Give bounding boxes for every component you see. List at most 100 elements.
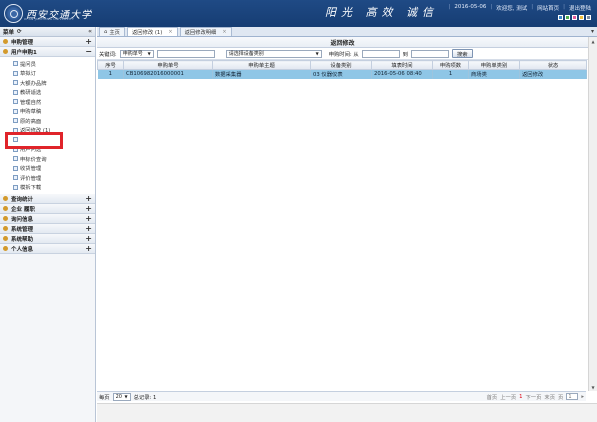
next-page-link[interactable]: 下一页 [526,393,542,401]
sidebar-item[interactable]: 原的高面 [0,116,95,126]
table-header-row: 序号 申购单号 申购单主题 设备类别 填表时间 申购项数 申购单类别 状态 [97,60,587,70]
folder-icon [3,196,8,201]
tab-return-modify-detail[interactable]: 返回修改明细 × [179,27,232,36]
category-select[interactable]: 请选择设备类别 ▼ [225,49,322,58]
chevron-down-icon: ▼ [315,51,319,56]
top-links: | 2016-05-06 | 欢迎您, 测试 | 网站首页 | 退出登陆 [448,4,591,12]
home-link[interactable]: 网站首页 [537,4,559,12]
folder-icon [3,216,8,221]
sidebar-title: 菜单 [3,29,15,36]
top-header: 西安交通大学 XI'AN JIAOTONG UNIVERSITY 阳光 高效 诚… [0,0,597,27]
search-button[interactable]: 搜索 [451,49,473,58]
column-header[interactable]: 状态 [519,60,587,70]
last-page-link[interactable]: 末页 [544,393,555,401]
logout-link[interactable]: 退出登陆 [569,4,591,12]
document-icon [13,165,18,171]
keyword-input[interactable] [156,49,215,58]
theme-gray[interactable] [586,15,591,20]
logo-subtitle: XI'AN JIAOTONG UNIVERSITY [24,17,75,21]
time-to-label: 到 [402,51,408,58]
time-from-label: 申购时间: 从 [328,51,359,58]
sidebar-section-purchase-mgmt[interactable]: 申购管理 + [0,37,95,47]
theme-yellow[interactable] [579,15,584,20]
document-icon [13,70,18,76]
scroll-down-icon[interactable]: ▼ [589,383,597,391]
sidebar-section-user-purchase[interactable]: 用户申购1− [0,47,95,57]
sidebar-item[interactable]: 评价管理 [0,173,95,183]
column-header[interactable]: 设备类别 [310,60,372,70]
slogan: 阳光 高效 诚信 [325,6,438,19]
column-header[interactable]: 申购项数 [432,60,469,70]
results-table: 序号 申购单号 申购单主题 设备类别 填表时间 申购项数 申购单类别 状态 1 … [97,60,587,79]
page-title: 返回修改 [97,37,588,48]
date-text: 2016-05-06 [454,4,487,10]
theme-green[interactable] [565,15,570,20]
date-from-input[interactable] [361,49,400,58]
tab-list-icon[interactable]: ▾ [588,27,597,36]
page-size-label: 每页 [99,394,110,401]
column-header[interactable]: 申购单主题 [212,60,311,70]
footer-area [97,403,597,422]
tab-return-modify[interactable]: 返回修改 (1) × [126,27,178,36]
table-cell: 1 [97,69,124,79]
sidebar-section-inquiry[interactable]: 询问信息 + [0,214,95,224]
user-purchase-submenu: 提问员 草拟订 大额办品牌 教研适选 管理自然 申购草稿 原的高面 返回修改 (… [0,57,95,194]
close-icon[interactable]: × [222,29,226,35]
sidebar-item[interactable]: 申标价查询 [0,154,95,164]
document-icon [13,156,18,162]
table-cell: CB106982016000001 [123,69,213,79]
column-header[interactable]: 申购单类别 [468,60,520,70]
sidebar-section-system-mgmt[interactable]: 系统管理 + [0,224,95,234]
current-page: 1 [519,393,523,400]
table-row[interactable]: 1 CB106982016000001 数据采集器 03 仪器仪表 2016-0… [97,69,587,79]
content-panel: 返回修改 关键词: 申购单号 ▼ 请选择设备类别 ▼ 申购时间: 从 到 搜索 序号… [97,37,588,403]
sidebar-item[interactable]: 教研适选 [0,88,95,98]
tab-home[interactable]: ⌂ 主页 [99,27,125,36]
page-number-input[interactable]: 1 [566,393,579,400]
sidebar-section-personal[interactable]: 个人信息 + [0,244,95,254]
main-content: ⌂ 主页 返回修改 (1) × 返回修改明细 × ▾ 返回修改 关键词: 申购单号 ▼ … [97,27,597,422]
column-header[interactable]: 序号 [97,60,124,70]
document-icon [13,99,18,105]
scroll-up-icon[interactable]: ▲ [589,37,597,45]
sidebar-item[interactable]: 申购草稿 [0,107,95,117]
close-icon[interactable]: × [168,29,172,35]
document-icon [13,80,18,86]
first-page-link[interactable]: 首页 [487,393,498,401]
table-cell: 03 仪器仪表 [310,69,372,79]
chevron-down-icon: ▼ [124,394,128,399]
total-records: 总记录: 1 [133,394,157,401]
refresh-icon[interactable]: ⟳ [17,29,22,35]
table-cell: 商场类 [468,69,520,79]
document-icon [13,118,18,124]
collapse-icon[interactable]: « [88,28,92,35]
welcome-text: 欢迎您, 测试 [496,6,528,12]
seal-icon [4,4,23,23]
theme-pink[interactable] [572,15,577,20]
tab-bar: ⌂ 主页 返回修改 (1) × 返回修改明细 × ▾ [97,27,597,37]
sidebar-item[interactable]: 收货管理 [0,164,95,174]
sidebar-section-query-stats[interactable]: 查询统计 + [0,194,95,204]
sidebar-item[interactable]: 模拆下载 [0,183,95,193]
go-arrow-icon[interactable]: ▸ [581,394,584,400]
column-header[interactable]: 填表时间 [371,60,433,70]
column-header[interactable]: 申购单号 [123,60,213,70]
page-size-select[interactable]: 20 ▼ [112,392,131,401]
sidebar-section-help[interactable]: 系统帮助 + [0,234,95,244]
theme-blue[interactable] [558,15,563,20]
sidebar-item[interactable]: 提问员 [0,59,95,69]
vertical-scrollbar[interactable]: ▲ ▼ [588,37,597,391]
sidebar-item[interactable]: 草拟订 [0,69,95,79]
date-to-input[interactable] [410,49,449,58]
sidebar-item[interactable]: 大额办品牌 [0,78,95,88]
table-cell: 1 [432,69,469,79]
keyword-type-select[interactable]: 申购单号 ▼ [119,49,154,58]
prev-page-link[interactable]: 上一页 [500,393,516,401]
sidebar: 菜单 ⟳ « 申购管理 + 用户申购1− 提问员 草拟订 大额办品牌 教研适选 管… [0,27,96,422]
sidebar-item[interactable]: 管理自然 [0,97,95,107]
sidebar-section-enterprise[interactable]: 企业 履职 + [0,204,95,214]
document-icon [13,61,18,67]
pagination-controls: 首页 上一页 1 下一页 末页 页 1 ▸ [487,393,584,401]
page-of-label: 页 [558,394,564,401]
folder-icon [3,49,8,54]
